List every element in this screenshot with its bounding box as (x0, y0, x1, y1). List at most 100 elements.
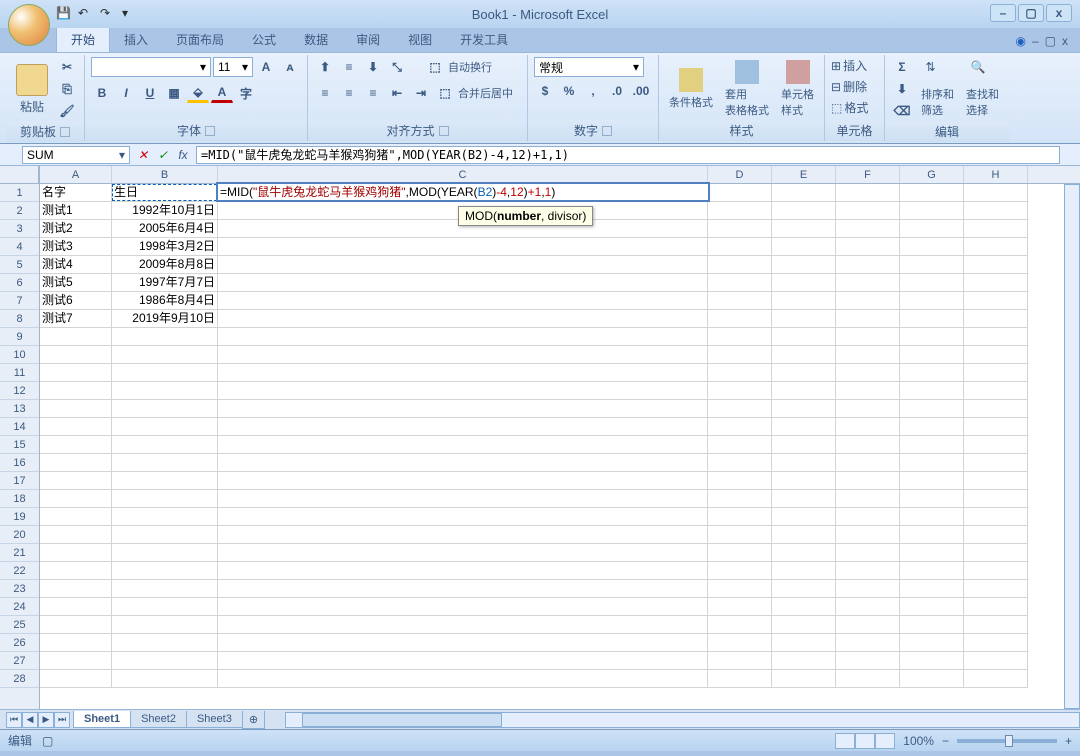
find-select-button[interactable]: 🔍查找和 选择 (962, 57, 1003, 121)
cell-D27[interactable] (708, 652, 772, 670)
prev-sheet-button[interactable]: ◀ (22, 712, 38, 728)
cell-H13[interactable] (964, 400, 1028, 418)
cell-G28[interactable] (900, 670, 964, 688)
row-header-24[interactable]: 24 (0, 598, 39, 616)
cell-B28[interactable] (112, 670, 218, 688)
row-header-8[interactable]: 8 (0, 310, 39, 328)
tab-插入[interactable]: 插入 (110, 27, 162, 52)
cell-F5[interactable] (836, 256, 900, 274)
cell-E8[interactable] (772, 310, 836, 328)
cell-C12[interactable] (218, 382, 708, 400)
cell-A20[interactable] (40, 526, 112, 544)
row-header-20[interactable]: 20 (0, 526, 39, 544)
cell-E6[interactable] (772, 274, 836, 292)
col-header-E[interactable]: E (772, 166, 836, 183)
name-box[interactable]: SUM▾ (22, 146, 130, 164)
cell-C25[interactable] (218, 616, 708, 634)
cell-B16[interactable] (112, 454, 218, 472)
cell-G8[interactable] (900, 310, 964, 328)
number-format-dropdown[interactable]: 常规▾ (534, 57, 644, 77)
cell-B26[interactable] (112, 634, 218, 652)
cell-A15[interactable] (40, 436, 112, 454)
cell-D10[interactable] (708, 346, 772, 364)
row-header-11[interactable]: 11 (0, 364, 39, 382)
zoom-out-button[interactable]: − (942, 734, 949, 748)
cell-C7[interactable] (218, 292, 708, 310)
cell-B3[interactable]: 2005年6月4日 (112, 220, 218, 238)
align-center-button[interactable]: ≡ (338, 83, 360, 103)
cell-H24[interactable] (964, 598, 1028, 616)
macro-record-icon[interactable]: ▢ (42, 734, 53, 748)
cell-B11[interactable] (112, 364, 218, 382)
cell-H7[interactable] (964, 292, 1028, 310)
cell-A12[interactable] (40, 382, 112, 400)
italic-button[interactable]: I (115, 83, 137, 103)
cell-A5[interactable]: 测试4 (40, 256, 112, 274)
cell-F19[interactable] (836, 508, 900, 526)
cell-F3[interactable] (836, 220, 900, 238)
enter-formula-button[interactable]: ✓ (154, 146, 172, 164)
cell-E20[interactable] (772, 526, 836, 544)
currency-button[interactable]: $ (534, 81, 556, 101)
cell-A17[interactable] (40, 472, 112, 490)
cut-button[interactable]: ✂ (56, 57, 78, 77)
cell-D20[interactable] (708, 526, 772, 544)
cell-G7[interactable] (900, 292, 964, 310)
cell-B8[interactable]: 2019年9月10日 (112, 310, 218, 328)
cell-F2[interactable] (836, 202, 900, 220)
clear-button[interactable]: ⌫ (891, 101, 913, 121)
cell-C17[interactable] (218, 472, 708, 490)
cell-E1[interactable] (772, 184, 836, 202)
paste-button[interactable]: 粘贴 (12, 57, 52, 121)
row-header-23[interactable]: 23 (0, 580, 39, 598)
cell-C18[interactable] (218, 490, 708, 508)
cell-G10[interactable] (900, 346, 964, 364)
phonetic-button[interactable]: 字 (235, 83, 257, 103)
row-header-10[interactable]: 10 (0, 346, 39, 364)
cell-C6[interactable] (218, 274, 708, 292)
wrap-text-button[interactable]: ⬚ (424, 57, 446, 77)
cell-E18[interactable] (772, 490, 836, 508)
doc-minimize-icon[interactable]: – (1032, 34, 1039, 48)
cell-F15[interactable] (836, 436, 900, 454)
cell-G2[interactable] (900, 202, 964, 220)
cell-F16[interactable] (836, 454, 900, 472)
cell-B27[interactable] (112, 652, 218, 670)
cell-D14[interactable] (708, 418, 772, 436)
cell-C11[interactable] (218, 364, 708, 382)
cell-B21[interactable] (112, 544, 218, 562)
cell-F4[interactable] (836, 238, 900, 256)
cell-A19[interactable] (40, 508, 112, 526)
row-header-18[interactable]: 18 (0, 490, 39, 508)
cell-F8[interactable] (836, 310, 900, 328)
cell-H4[interactable] (964, 238, 1028, 256)
cell-A23[interactable] (40, 580, 112, 598)
cell-G6[interactable] (900, 274, 964, 292)
cell-B23[interactable] (112, 580, 218, 598)
next-sheet-button[interactable]: ▶ (38, 712, 54, 728)
cell-B6[interactable]: 1997年7月7日 (112, 274, 218, 292)
cell-E22[interactable] (772, 562, 836, 580)
zoom-level[interactable]: 100% (903, 734, 934, 748)
cell-C28[interactable] (218, 670, 708, 688)
cell-D21[interactable] (708, 544, 772, 562)
format-painter-button[interactable]: 🖌 (56, 101, 78, 121)
cell-H18[interactable] (964, 490, 1028, 508)
cell-A10[interactable] (40, 346, 112, 364)
cell-G3[interactable] (900, 220, 964, 238)
tab-页面布局[interactable]: 页面布局 (162, 27, 238, 52)
minimize-button[interactable]: – (990, 4, 1016, 22)
cell-H28[interactable] (964, 670, 1028, 688)
increase-font-icon[interactable]: A (255, 57, 277, 77)
cell-H21[interactable] (964, 544, 1028, 562)
cell-C14[interactable] (218, 418, 708, 436)
cell-F1[interactable] (836, 184, 900, 202)
increase-decimal-button[interactable]: .0 (606, 81, 628, 101)
cell-F20[interactable] (836, 526, 900, 544)
cell-G4[interactable] (900, 238, 964, 256)
cell-E14[interactable] (772, 418, 836, 436)
cell-H3[interactable] (964, 220, 1028, 238)
row-header-7[interactable]: 7 (0, 292, 39, 310)
cell-B5[interactable]: 2009年8月8日 (112, 256, 218, 274)
page-break-view-button[interactable] (875, 733, 895, 749)
